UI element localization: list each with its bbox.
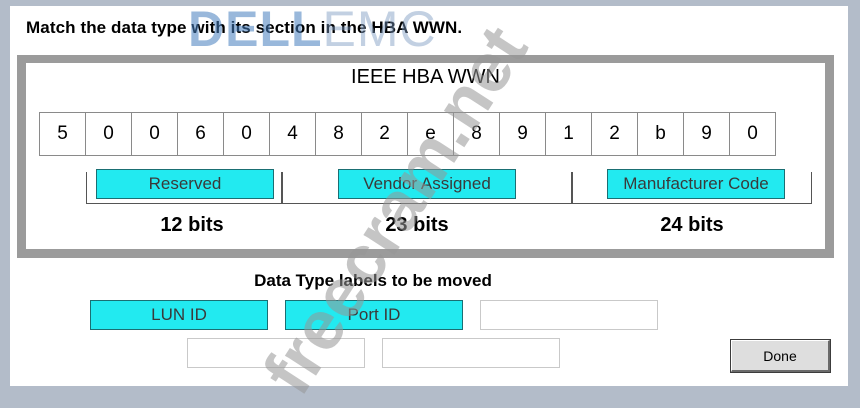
wwn-panel-title: IEEE HBA WWN	[351, 66, 500, 88]
empty-label-slot[interactable]	[480, 300, 658, 330]
empty-label-slot[interactable]	[382, 338, 560, 368]
question-prompt: Match the data type with its section in …	[26, 18, 463, 37]
done-button[interactable]: Done	[730, 339, 831, 373]
drop-target-manufacturer-code[interactable]: Manufacturer Code	[607, 169, 785, 199]
wwn-digit: 6	[177, 112, 224, 156]
bits-label-vendor: 23 bits	[385, 214, 449, 236]
bits-label-reserved: 12 bits	[160, 214, 224, 236]
wwn-digit: 9	[499, 112, 546, 156]
wwn-digit: b	[637, 112, 684, 156]
drop-target-vendor-assigned[interactable]: Vendor Assigned	[338, 169, 516, 199]
wwn-digit: 5	[39, 112, 86, 156]
wwn-digit: 4	[269, 112, 316, 156]
wwn-digit-row: 5 0 0 6 0 4 8 2 e 8 9 1 2 b 9 0	[39, 112, 776, 156]
wwn-digit: 2	[591, 112, 638, 156]
draggable-label-port-id[interactable]: Port ID	[285, 300, 463, 330]
drop-target-reserved[interactable]: Reserved	[96, 169, 274, 199]
draggable-label-lun-id[interactable]: LUN ID	[90, 300, 268, 330]
wwn-digit: 0	[729, 112, 776, 156]
wwn-digit: 0	[131, 112, 178, 156]
wwn-digit: 0	[223, 112, 270, 156]
wwn-digit: e	[407, 112, 454, 156]
wwn-digit: 1	[545, 112, 592, 156]
wwn-digit: 0	[85, 112, 132, 156]
wwn-digit: 8	[315, 112, 362, 156]
label-pool-heading: Data Type labels to be moved	[254, 271, 492, 290]
wwn-digit: 9	[683, 112, 730, 156]
empty-label-slot[interactable]	[187, 338, 365, 368]
wwn-digit: 2	[361, 112, 408, 156]
wwn-digit: 8	[453, 112, 500, 156]
bits-label-manufacturer: 24 bits	[660, 214, 724, 236]
